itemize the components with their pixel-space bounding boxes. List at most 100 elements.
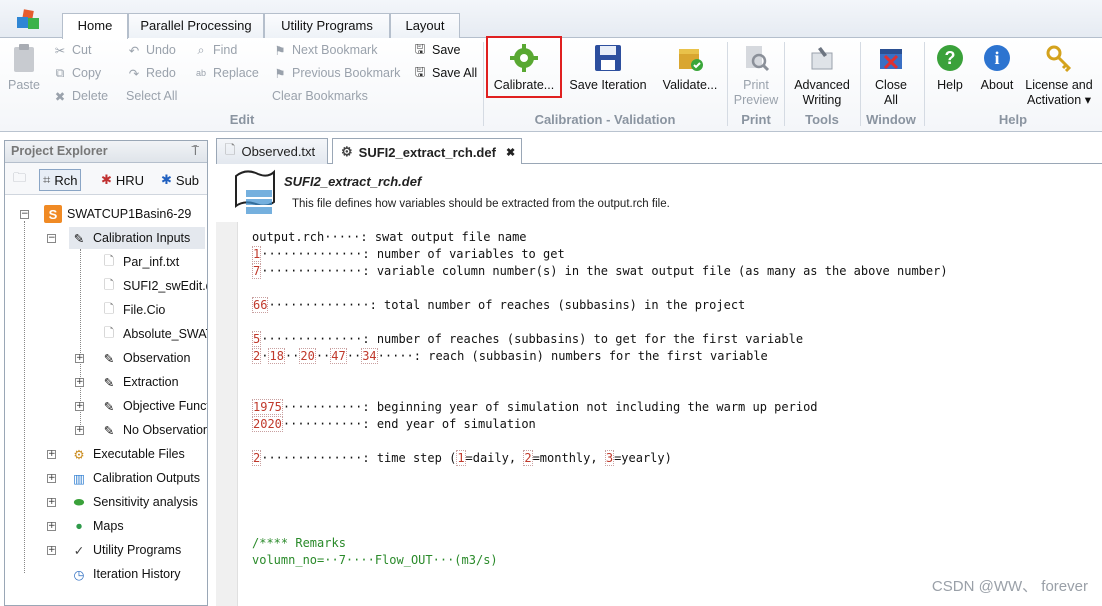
print-preview-button[interactable]: Print Preview bbox=[732, 40, 780, 110]
app-menu-button[interactable] bbox=[6, 6, 52, 36]
validate-button[interactable]: Validate... bbox=[658, 40, 722, 110]
bookmark-previous-icon: ⚑ bbox=[272, 65, 288, 81]
tree-maps[interactable]: ●Maps bbox=[69, 515, 207, 537]
advanced-writing-icon bbox=[807, 43, 837, 73]
save-iteration-button[interactable]: Save Iteration bbox=[566, 40, 650, 110]
about-button[interactable]: i About bbox=[976, 40, 1018, 110]
replace-button[interactable]: abReplace bbox=[193, 63, 259, 83]
tree-calibration-outputs[interactable]: ▥Calibration Outputs bbox=[69, 467, 207, 489]
advanced-writing-button[interactable]: Advanced Writing bbox=[790, 40, 854, 110]
expand-executable-files-toggle[interactable]: + bbox=[47, 450, 56, 459]
copy-icon: ⧉ bbox=[52, 65, 68, 81]
expand-observation-toggle[interactable]: + bbox=[75, 354, 84, 363]
editor-line-5: 5··············: number of reaches (subb… bbox=[252, 331, 803, 348]
expand-objective-function-toggle[interactable]: + bbox=[75, 402, 84, 411]
expand-utility-programs-toggle[interactable]: + bbox=[47, 546, 56, 555]
about-label: About bbox=[981, 78, 1014, 93]
tree-sensitivity-analysis[interactable]: ⬬Sensitivity analysis bbox=[69, 491, 207, 513]
undo-button[interactable]: ↶Undo bbox=[126, 40, 176, 60]
collapse-root-toggle[interactable]: − bbox=[20, 210, 29, 219]
delete-icon: ✖ bbox=[52, 88, 68, 104]
group-label-window: Window bbox=[862, 112, 920, 127]
tab-utility-programs[interactable]: Utility Programs bbox=[264, 13, 390, 38]
tree-iteration-history[interactable]: ◷Iteration History bbox=[69, 563, 207, 585]
document-title: SUFI2_extract_rch.def bbox=[284, 174, 421, 189]
expand-maps-toggle[interactable]: + bbox=[47, 522, 56, 531]
expand-extraction-toggle[interactable]: + bbox=[75, 378, 84, 387]
save-all-button[interactable]: 🖫Save All bbox=[412, 63, 477, 83]
tree-file-cio[interactable]: 🗋File.Cio bbox=[99, 299, 207, 321]
sub-button[interactable]: ✱Sub bbox=[161, 169, 199, 191]
collapse-calibration-inputs-toggle[interactable]: − bbox=[47, 234, 56, 243]
separator bbox=[924, 42, 925, 126]
pin-icon[interactable]: ⍑ bbox=[191, 141, 199, 162]
chart-icon: ▥ bbox=[69, 468, 89, 488]
tree-no-observation[interactable]: ✎No Observation bbox=[99, 419, 207, 441]
code-editor[interactable]: output.rch·····: swat output file name 1… bbox=[216, 222, 1102, 606]
tree-extraction[interactable]: ✎Extraction bbox=[99, 371, 207, 393]
find-button[interactable]: ⌕Find bbox=[193, 40, 237, 60]
tab-observed-txt[interactable]: 🗋Observed.txt bbox=[216, 138, 328, 164]
group-label-calibration-validation: Calibration - Validation bbox=[520, 112, 690, 127]
editor-line-2: 1··············: number of variables to … bbox=[252, 246, 565, 263]
svg-text:S: S bbox=[49, 207, 58, 222]
tab-layout[interactable]: Layout bbox=[390, 13, 460, 38]
sensitivity-icon: ⬬ bbox=[69, 492, 89, 512]
expand-calibration-outputs-toggle[interactable]: + bbox=[47, 474, 56, 483]
print-preview-label-2: Preview bbox=[734, 93, 778, 108]
watermark: CSDN @WW、 forever bbox=[932, 575, 1088, 596]
tree-root[interactable]: SSWATCUP1Basin6-29 bbox=[43, 203, 205, 225]
tree-utility-programs[interactable]: ✓Utility Programs bbox=[69, 539, 207, 561]
group-label-help: Help bbox=[930, 112, 1096, 127]
clear-bookmarks-button[interactable]: Clear Bookmarks bbox=[272, 86, 368, 106]
explorer-title: Project Explorer bbox=[11, 144, 108, 158]
group-label-tools: Tools bbox=[790, 112, 854, 127]
tree-absolute-swat[interactable]: 🗋Absolute_SWAT_Values.txt bbox=[99, 323, 207, 345]
select-all-button[interactable]: Select All bbox=[126, 86, 177, 106]
tree-sufi2-swedit[interactable]: 🗋SUFI2_swEdit.def bbox=[99, 275, 207, 297]
tree-par-inf[interactable]: 🗋Par_inf.txt bbox=[99, 251, 207, 273]
help-label: Help bbox=[937, 78, 963, 93]
tree-observation[interactable]: ✎Observation bbox=[99, 347, 207, 369]
save-all-icon: 🖫 bbox=[412, 65, 428, 81]
tree-executable-files[interactable]: ⚙Executable Files bbox=[69, 443, 207, 465]
hru-button[interactable]: ✱HRU bbox=[101, 169, 144, 191]
executable-files-icon: ⚙ bbox=[69, 444, 89, 464]
validate-label: Validate... bbox=[663, 78, 718, 93]
pencil-document-icon: ✎ bbox=[99, 372, 119, 392]
cut-button[interactable]: ✂Cut bbox=[52, 40, 91, 60]
save-icon: 🖫 bbox=[412, 42, 428, 58]
copy-button[interactable]: ⧉Copy bbox=[52, 63, 101, 83]
license-label: License and bbox=[1025, 78, 1092, 93]
expand-sensitivity-toggle[interactable]: + bbox=[47, 498, 56, 507]
editor-line-7: 1975···········: beginning year of simul… bbox=[252, 399, 818, 416]
delete-button[interactable]: ✖Delete bbox=[52, 86, 108, 106]
ribbon-tab-bar: Home Parallel Processing Utility Program… bbox=[0, 0, 1102, 38]
tab-parallel-processing[interactable]: Parallel Processing bbox=[128, 13, 264, 38]
next-bookmark-button[interactable]: ⚑Next Bookmark bbox=[272, 40, 377, 60]
save-button[interactable]: 🖫Save bbox=[412, 40, 461, 60]
tree-objective-function[interactable]: ✎Objective Function bbox=[99, 395, 207, 417]
license-activation-button[interactable]: License and Activation ▾ bbox=[1022, 40, 1096, 110]
tree-calibration-inputs[interactable]: ✎Calibration Inputs bbox=[69, 227, 205, 249]
rch-button[interactable]: ⌗Rch bbox=[39, 169, 81, 191]
advanced-writing-label-2: Writing bbox=[803, 93, 842, 108]
previous-bookmark-button[interactable]: ⚑Previous Bookmark bbox=[272, 63, 400, 83]
redo-button[interactable]: ↷Redo bbox=[126, 63, 176, 83]
app-logo-icon bbox=[14, 8, 44, 34]
editor-line-3: 7··············: variable column number(… bbox=[252, 263, 948, 280]
separator bbox=[860, 42, 861, 126]
editor-line-remarks: /**** Remarks bbox=[252, 535, 346, 552]
hru-icon: ✱ bbox=[101, 172, 112, 188]
close-all-button[interactable]: Close All bbox=[864, 40, 918, 110]
open-folder-button[interactable]: 🗀 bbox=[13, 169, 26, 191]
expand-no-observation-toggle[interactable]: + bbox=[75, 426, 84, 435]
tab-home[interactable]: Home bbox=[62, 13, 128, 39]
separator bbox=[727, 42, 728, 126]
tab-sufi2-extract-rch[interactable]: ⚙SUFI2_extract_rch.def✖ bbox=[332, 138, 522, 165]
rch-icon: ⌗ bbox=[43, 172, 50, 188]
close-tab-icon[interactable]: ✖ bbox=[506, 146, 515, 159]
help-button[interactable]: ? Help bbox=[930, 40, 970, 110]
paste-button[interactable]: Paste bbox=[6, 40, 42, 110]
separator bbox=[784, 42, 785, 126]
